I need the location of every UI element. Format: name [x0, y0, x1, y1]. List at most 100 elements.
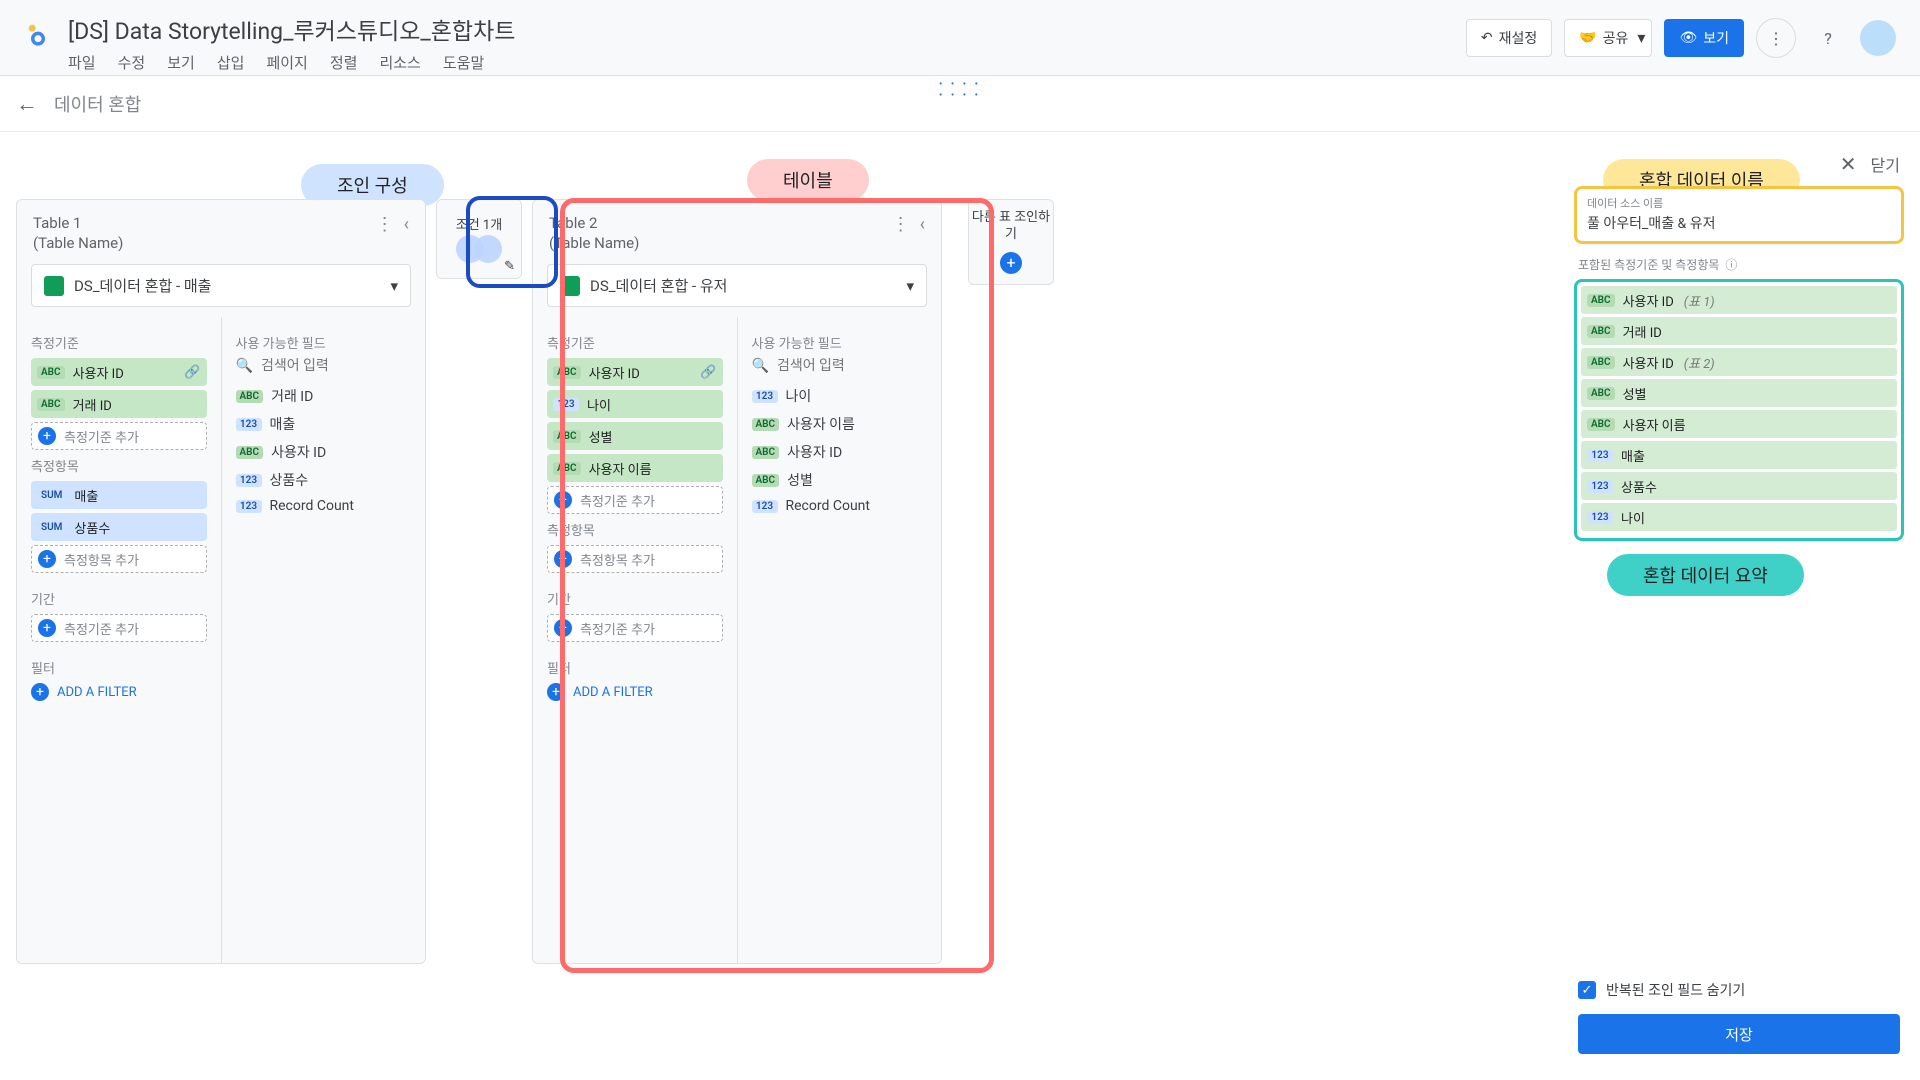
edit-pen-icon: ✎ — [504, 259, 515, 274]
checkbox-checked-icon: ✓ — [1578, 981, 1596, 999]
blend-summary-box: ABC사용자 ID(표 1) ABC거래 ID ABC사용자 ID(표 2) A… — [1574, 279, 1904, 541]
table1-add-metric[interactable]: +측정항목 추가 — [31, 545, 207, 573]
field-item[interactable]: ABC성별 — [752, 466, 928, 494]
link-icon: 🔗 — [184, 365, 200, 380]
reset-button[interactable]: ↶재설정 — [1466, 19, 1552, 57]
table1-period-label: 기간 — [31, 589, 207, 608]
annotation-table: 테이블 — [747, 159, 869, 201]
table1-name[interactable]: (Table Name) — [33, 234, 376, 252]
summary-field[interactable]: ABC사용자 ID(표 1) — [1581, 286, 1897, 314]
menu-insert[interactable]: 삽입 — [217, 52, 245, 73]
add-join-label: 다른 표 조인하기 — [969, 210, 1053, 244]
close-x-icon[interactable]: ✕ — [1840, 152, 1857, 176]
table1-metric-chip[interactable]: SUM상품수 — [31, 513, 207, 541]
menubar: 파일 수정 보기 삽입 페이지 정렬 리소스 도움말 — [68, 52, 1466, 73]
table1-dim-chip[interactable]: ABC거래 ID — [31, 390, 207, 418]
field-item[interactable]: ABC거래 ID — [236, 382, 412, 410]
table2-dim-chip[interactable]: ABC사용자 ID🔗 — [547, 358, 723, 386]
table-card-2: Table 2 (Table Name) ⋮ ‹ DS_데이터 혼합 - 유저 … — [532, 199, 942, 964]
document-title[interactable]: [DS] Data Storytelling_루커스튜디오_혼합차트 — [68, 12, 1466, 46]
summary-field[interactable]: ABC사용자 이름 — [1581, 410, 1897, 438]
drag-handle-icon[interactable]: • • • •• • • • — [939, 79, 981, 101]
table1-add-dim[interactable]: +측정기준 추가 — [31, 422, 207, 450]
save-button[interactable]: 저장 — [1578, 1014, 1900, 1054]
table2-dim-chip[interactable]: ABC사용자 이름 — [547, 454, 723, 482]
menu-view[interactable]: 보기 — [167, 52, 195, 73]
help-icon[interactable]: ⓘ — [1725, 256, 1737, 273]
add-table-join-button[interactable]: 다른 표 조인하기 + — [968, 199, 1054, 285]
table2-source-label: DS_데이터 혼합 - 유저 — [590, 275, 727, 296]
search-icon: 🔍 — [752, 358, 769, 374]
table2-add-metric[interactable]: +측정항목 추가 — [547, 545, 723, 573]
summary-field[interactable]: ABC사용자 ID(표 2) — [1581, 348, 1897, 376]
table1-search-input[interactable] — [261, 358, 411, 374]
table1-add-filter[interactable]: +ADD A FILTER — [31, 683, 207, 701]
table2-period-label: 기간 — [547, 589, 723, 608]
table1-avail-label: 사용 가능한 필드 — [236, 333, 412, 352]
table2-dim-chip[interactable]: 123나이 — [547, 390, 723, 418]
table2-source-select[interactable]: DS_데이터 혼합 - 유저 ▾ — [547, 264, 927, 307]
table1-dim-chip[interactable]: ABC사용자 ID🔗 — [31, 358, 207, 386]
table2-index: Table 2 — [549, 214, 892, 232]
menu-page[interactable]: 페이지 — [266, 52, 307, 73]
blend-name-box: 데이터 소스 이름 풀 아우터_매출 & 유저 — [1574, 186, 1904, 244]
menu-arrange[interactable]: 정렬 — [330, 52, 358, 73]
collapse-left-icon[interactable]: ‹ — [404, 214, 409, 235]
table2-add-period[interactable]: +측정기준 추가 — [547, 614, 723, 642]
back-arrow-icon[interactable]: ← — [16, 91, 38, 117]
more-icon[interactable]: ⋮ — [376, 214, 394, 235]
menu-edit[interactable]: 수정 — [118, 52, 146, 73]
field-item[interactable]: 123상품수 — [236, 466, 412, 494]
view-button[interactable]: 👁보기 — [1664, 19, 1744, 57]
field-item[interactable]: 123Record Count — [752, 494, 928, 518]
blend-name-input[interactable]: 풀 아우터_매출 & 유저 — [1587, 213, 1891, 233]
undo-icon: ↶ — [1481, 30, 1493, 46]
table2-name[interactable]: (Table Name) — [549, 234, 892, 252]
table2-avail-label: 사용 가능한 필드 — [752, 333, 928, 352]
user-avatar[interactable] — [1860, 20, 1896, 56]
field-item[interactable]: 123매출 — [236, 410, 412, 438]
table1-source-select[interactable]: DS_데이터 혼합 - 매출 ▾ — [31, 264, 411, 307]
table2-filter-label: 필터 — [547, 658, 723, 677]
close-button[interactable]: 닫기 — [1871, 152, 1900, 176]
field-item[interactable]: 123나이 — [752, 382, 928, 410]
share-icon: 🤝 — [1579, 30, 1596, 46]
table2-add-dim[interactable]: +측정기준 추가 — [547, 486, 723, 514]
right-panel: ✕ 닫기 데이터 소스 이름 풀 아우터_매출 & 유저 포함된 측정기준 및 … — [1574, 146, 1904, 1064]
table1-metric-chip[interactable]: SUM매출 — [31, 481, 207, 509]
table2-metrics-label: 측정항목 — [547, 520, 723, 539]
share-dropdown[interactable]: ▾ — [1631, 19, 1652, 57]
field-item[interactable]: ABC사용자 ID — [752, 438, 928, 466]
join-config-button[interactable]: 조건 1개 ✎ — [436, 199, 522, 279]
menu-resource[interactable]: 리소스 — [379, 52, 420, 73]
hide-repeated-checkbox-row[interactable]: ✓ 반복된 조인 필드 숨기기 — [1578, 980, 1900, 1000]
table1-dims-label: 측정기준 — [31, 333, 207, 352]
table1-index: Table 1 — [33, 214, 376, 232]
join-label: 조건 1개 — [456, 214, 502, 233]
menu-file[interactable]: 파일 — [68, 52, 96, 73]
table2-search-input[interactable] — [777, 358, 927, 374]
subbar-title: 데이터 혼합 — [54, 91, 141, 117]
table-card-1: Table 1 (Table Name) ⋮ ‹ DS_데이터 혼합 - 매출 … — [16, 199, 426, 964]
menu-help[interactable]: 도움말 — [443, 52, 484, 73]
table1-add-period[interactable]: +측정기준 추가 — [31, 614, 207, 642]
chevron-down-icon: ▾ — [906, 277, 914, 295]
venn-icon — [456, 235, 502, 265]
summary-field[interactable]: ABC성별 — [1581, 379, 1897, 407]
field-item[interactable]: ABC사용자 이름 — [752, 410, 928, 438]
more-icon[interactable]: ⋮ — [892, 214, 910, 235]
summary-field[interactable]: 123매출 — [1581, 441, 1897, 469]
field-item[interactable]: ABC사용자 ID — [236, 438, 412, 466]
chevron-down-icon: ▾ — [390, 277, 398, 295]
table2-dim-chip[interactable]: ABC성별 — [547, 422, 723, 450]
summary-field[interactable]: 123나이 — [1581, 503, 1897, 531]
search-icon: 🔍 — [236, 358, 253, 374]
more-options-button[interactable]: ⋮ — [1756, 18, 1796, 58]
table2-add-filter[interactable]: +ADD A FILTER — [547, 683, 723, 701]
collapse-left-icon[interactable]: ‹ — [920, 214, 925, 235]
sheets-icon — [560, 276, 580, 296]
field-item[interactable]: 123Record Count — [236, 494, 412, 518]
summary-field[interactable]: ABC거래 ID — [1581, 317, 1897, 345]
help-button[interactable]: ? — [1808, 18, 1848, 58]
summary-field[interactable]: 123상품수 — [1581, 472, 1897, 500]
